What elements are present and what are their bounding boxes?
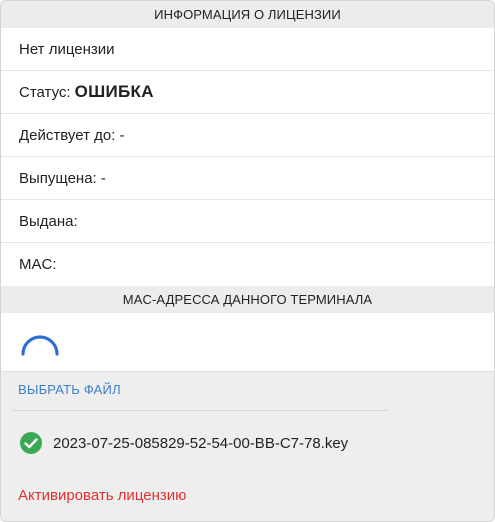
issued-row: Выпущена: - (1, 157, 494, 200)
mac-section-header: MAC-АДРЕССА ДАННОГО ТЕРМИНАЛА (1, 286, 494, 313)
license-panel: ИНФОРМАЦИЯ О ЛИЦЕНЗИИ Нет лицензии Стату… (0, 0, 495, 522)
spinner-icon (21, 335, 59, 356)
issued-to-text: Выдана: (19, 212, 78, 230)
divider (13, 410, 388, 411)
valid-until-text: Действует до: - (19, 126, 125, 144)
valid-until-row: Действует до: - (1, 114, 494, 157)
choose-file-button[interactable]: ВЫБРАТЬ ФАЙЛ (18, 382, 121, 397)
check-circle-icon (20, 432, 42, 454)
file-section: ВЫБРАТЬ ФАЙЛ 2023-07-25-085829-52-54-00-… (1, 371, 494, 521)
issued-to-row: Выдана: (1, 200, 494, 243)
mac-row: MAC: (1, 243, 494, 286)
license-info-header: ИНФОРМАЦИЯ О ЛИЦЕНЗИИ (1, 1, 494, 28)
no-license-row: Нет лицензии (1, 28, 494, 71)
status-row: Статус: ОШИБКА (1, 71, 494, 114)
mac-list-area (1, 313, 494, 371)
issued-text: Выпущена: - (19, 169, 106, 187)
selected-file-name: 2023-07-25-085829-52-54-00-BB-C7-78.key (53, 434, 349, 452)
status-label: Статус: (19, 83, 71, 101)
status-value: ОШИБКА (74, 82, 154, 101)
activate-license-button[interactable]: Активировать лицензию (18, 487, 186, 504)
selected-file-row: 2023-07-25-085829-52-54-00-BB-C7-78.key (19, 431, 348, 455)
mac-text: MAC: (19, 256, 57, 273)
no-license-text: Нет лицензии (19, 40, 115, 58)
